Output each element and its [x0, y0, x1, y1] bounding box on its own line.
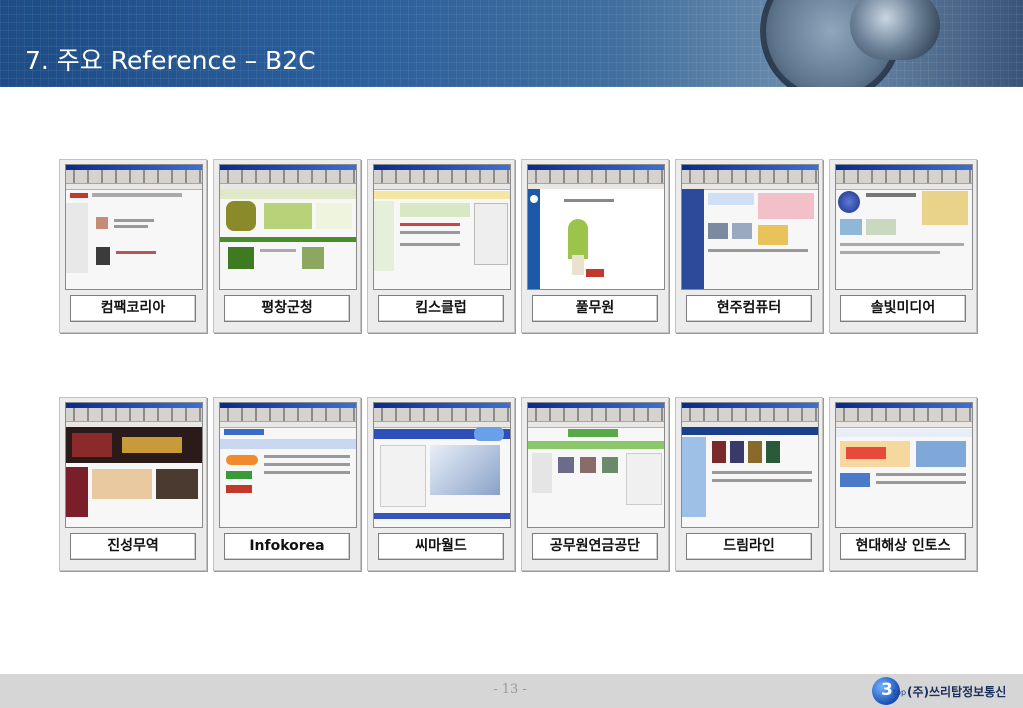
website-screenshot-thumbnail	[681, 402, 819, 528]
reference-label: 평창군청	[224, 295, 350, 322]
website-screenshot-thumbnail	[527, 402, 665, 528]
reference-card-hyundai-marine[interactable]: 현대해상 인토스	[829, 397, 977, 571]
reference-label: 드림라인	[686, 533, 812, 560]
reference-label: 진성무역	[70, 533, 196, 560]
website-screenshot-thumbnail	[835, 402, 973, 528]
reference-label: 현대해상 인토스	[840, 533, 966, 560]
reference-label: 씨마월드	[378, 533, 504, 560]
page-number: - 13 -	[493, 682, 527, 697]
reference-card-compaq[interactable]: 컴팩코리아	[59, 159, 207, 333]
website-screenshot-thumbnail	[373, 402, 511, 528]
website-screenshot-thumbnail	[219, 164, 357, 290]
compass-knob-graphic	[850, 0, 940, 60]
website-screenshot-thumbnail	[65, 164, 203, 290]
footer-bar: - 13 - 3 top (주)쓰리탑정보통신	[0, 674, 1023, 708]
reference-card-jinsung[interactable]: 진성무역	[59, 397, 207, 571]
website-screenshot-thumbnail	[373, 164, 511, 290]
logo-number: 3	[881, 680, 893, 700]
website-screenshot-thumbnail	[65, 402, 203, 528]
page-title: 7. 주요 Reference – B2C	[25, 46, 316, 75]
website-screenshot-thumbnail	[219, 402, 357, 528]
reference-card-cmaworld[interactable]: 씨마월드	[367, 397, 515, 571]
reference-card-kimsclub[interactable]: 킴스클럽	[367, 159, 515, 333]
reference-label: 풀무원	[532, 295, 658, 322]
reference-card-pyeongchang[interactable]: 평창군청	[213, 159, 361, 333]
company-name: (주)쓰리탑정보통신	[907, 685, 1007, 699]
reference-card-dreamline[interactable]: 드림라인	[675, 397, 823, 571]
website-screenshot-thumbnail	[835, 164, 973, 290]
logo-subtext: top	[893, 688, 907, 697]
reference-card-geps[interactable]: 공무원연금공단	[521, 397, 669, 571]
reference-label: 컴팩코리아	[70, 295, 196, 322]
reference-label: 현주컴퓨터	[686, 295, 812, 322]
reference-label: 공무원연금공단	[532, 533, 658, 560]
reference-card-infokorea[interactable]: Infokorea	[213, 397, 361, 571]
reference-card-solbit[interactable]: 솔빛미디어	[829, 159, 977, 333]
reference-label: 솔빛미디어	[840, 295, 966, 322]
website-screenshot-thumbnail	[527, 164, 665, 290]
reference-label: 킴스클럽	[378, 295, 504, 322]
website-screenshot-thumbnail	[681, 164, 819, 290]
header-banner: 7. 주요 Reference – B2C	[0, 0, 1023, 87]
reference-card-pulmuone[interactable]: 풀무원	[521, 159, 669, 333]
reference-label: Infokorea	[224, 533, 350, 560]
reference-card-hyunju[interactable]: 현주컴퓨터	[675, 159, 823, 333]
